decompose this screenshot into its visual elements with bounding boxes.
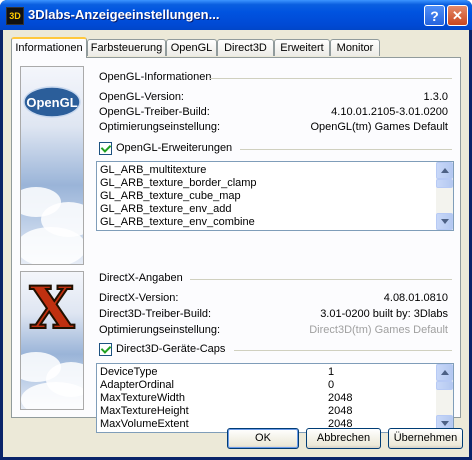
caps-value: 0 [328,379,335,391]
svg-text:X: X [29,276,74,336]
opengl-version-label: OpenGL-Version: [99,91,184,103]
tab-informationen[interactable]: Informationen [11,37,87,58]
opengl-version-value: 1.3.0 [423,91,448,103]
direct3d-caps-divider [234,350,452,351]
help-button[interactable]: ? [424,5,445,26]
scroll-up-button[interactable] [436,162,453,179]
ok-button[interactable]: OK [227,428,299,449]
opengl-section-title: OpenGL-Informationen [99,71,212,83]
direct3d-build-value: 3.01-0200 built by: 3Dlabs [320,308,448,320]
caps-name[interactable]: MaxTextureHeight [100,405,189,418]
list-item[interactable]: GL_ARB_multitexture [100,164,206,177]
direct3d-optimization-label: Optimierungseinstellung: [99,324,221,336]
caps-value: 2048 [328,405,353,417]
direct3d-optimization-value: Direct3D(tm) Games Default [309,324,448,336]
caps-value: 1 [328,366,335,378]
directx-version-label: DirectX-Version: [99,292,179,304]
scrollbar[interactable] [436,162,453,230]
caps-name[interactable]: MaxVolumeExtent [100,418,189,431]
question-icon: ? [430,8,439,24]
directx-section-divider [190,279,452,280]
directx-version-value: 4.08.01.0810 [383,292,448,304]
close-button[interactable]: ✕ [447,5,468,26]
direct3d-caps-checkbox[interactable] [99,343,112,356]
caps-name[interactable]: MaxTextureWidth [100,392,185,405]
tab-direct3d[interactable]: Direct3D [217,39,274,56]
caps-name[interactable]: AdapterOrdinal [100,379,174,392]
list-item[interactable]: GL_ARB_texture_env_combine [100,216,255,229]
directx-section-title: DirectX-Angaben [99,272,183,284]
opengl-logo: OpenGL [20,66,84,265]
tab-farbsteuerung[interactable]: Farbsteuerung [87,39,166,56]
list-item[interactable]: GL_ARB_texture_env_add [100,203,231,216]
opengl-extensions-list[interactable]: GL_ARB_multitexture GL_ARB_texture_borde… [96,161,454,231]
close-icon: ✕ [452,8,463,23]
tab-panel-informationen: OpenGL OpenGL-Informationen OpenGL-Versi… [11,57,461,433]
direct3d-caps-label: Direct3D-Geräte-Caps [116,343,226,355]
scroll-down-button[interactable] [436,213,453,230]
svg-text:OpenGL: OpenGL [26,95,77,110]
opengl-logo-icon: OpenGL [23,86,81,118]
directx-x-icon: X [28,276,75,336]
window-title: 3Dlabs-Anzeigeeinstellungen... [28,7,220,22]
direct3d-build-label: Direct3D-Treiber-Build: [99,308,212,320]
list-item[interactable]: GL_ARB_texture_cube_map [100,190,241,203]
tab-monitor[interactable]: Monitor [330,39,380,56]
opengl-extensions-checkbox[interactable] [99,142,112,155]
dialog-body: Informationen Farbsteuerung OpenGL Direc… [3,30,469,457]
apply-button[interactable]: Übernehmen [388,428,463,449]
direct3d-caps-list[interactable]: DeviceType 1 AdapterOrdinal 0 MaxTexture… [96,363,454,433]
dialog-window: 3D 3Dlabs-Anzeigeeinstellungen... ? ✕ In… [0,0,472,460]
scrollbar[interactable] [436,364,453,432]
title-bar[interactable]: 3D 3Dlabs-Anzeigeeinstellungen... ? ✕ [0,0,472,30]
opengl-optimization-value: OpenGL(tm) Games Default [310,121,448,133]
app-icon: 3D [6,7,24,25]
scroll-thumb[interactable] [436,179,453,188]
opengl-ext-divider [240,149,452,150]
opengl-optimization-label: Optimierungseinstellung: [99,121,221,133]
scroll-up-button[interactable] [436,364,453,381]
scroll-thumb[interactable] [436,381,453,390]
caps-name[interactable]: DeviceType [100,366,157,379]
opengl-extensions-label: OpenGL-Erweiterungen [116,142,233,154]
tab-opengl[interactable]: OpenGL [166,39,217,56]
caps-value: 2048 [328,392,353,404]
list-item[interactable]: GL_ARB_texture_border_clamp [100,177,257,190]
opengl-section-divider [210,78,452,79]
cancel-button[interactable]: Abbrechen [306,428,381,449]
opengl-build-value: 4.10.01.2105-3.01.0200 [331,106,448,118]
tab-erweitert[interactable]: Erweitert [274,39,330,56]
opengl-build-label: OpenGL-Treiber-Build: [99,106,210,118]
directx-logo: X [20,271,84,410]
